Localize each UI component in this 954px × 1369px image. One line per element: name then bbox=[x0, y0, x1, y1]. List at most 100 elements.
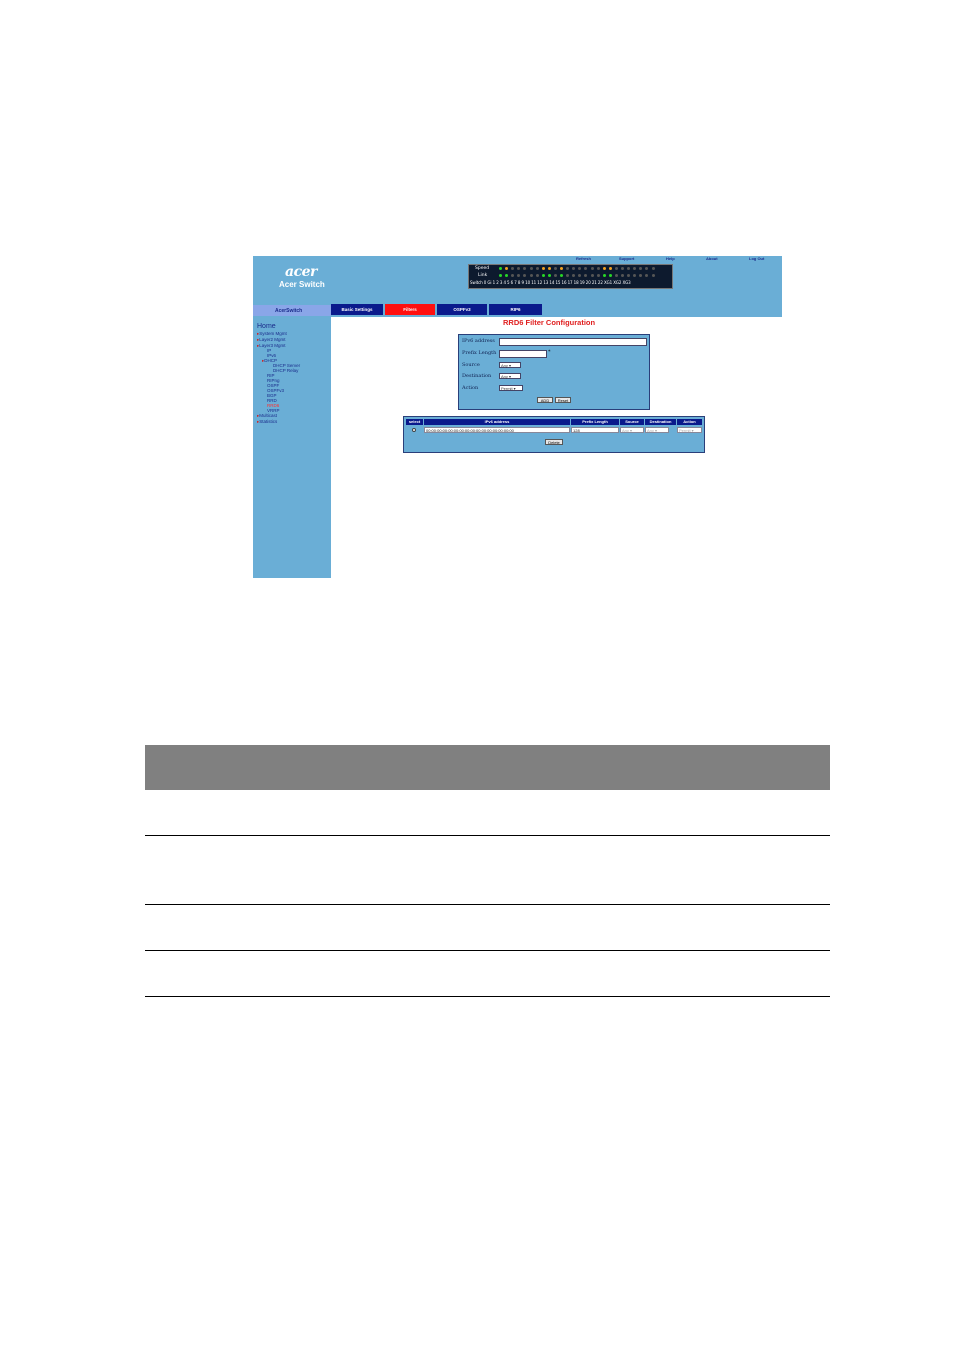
prefix-length-label: Prefix Length bbox=[462, 350, 497, 356]
speed-led-26 bbox=[651, 267, 655, 270]
link-led-12 bbox=[566, 274, 570, 277]
col-select: select bbox=[406, 419, 423, 425]
link-led-8 bbox=[541, 274, 545, 277]
sidebar-item-label: Statistics bbox=[259, 419, 278, 424]
logout-link[interactable]: Log Out bbox=[749, 256, 764, 261]
row-source-select[interactable]: Any ▾ bbox=[620, 427, 644, 433]
speed-led-25 bbox=[645, 267, 649, 270]
speed-led-12 bbox=[566, 267, 570, 270]
speed-led-13 bbox=[572, 267, 576, 270]
row-prefix-length[interactable]: 128 bbox=[571, 427, 619, 433]
link-led-14 bbox=[578, 274, 582, 277]
help-link[interactable]: Help bbox=[666, 256, 675, 261]
sidebar-item-label: System Mgmt bbox=[259, 331, 287, 336]
link-led-20 bbox=[614, 274, 618, 277]
destination-select[interactable]: Any ▾ bbox=[499, 373, 521, 379]
table-row bbox=[145, 905, 830, 951]
reset-button[interactable]: Reset bbox=[555, 397, 571, 403]
link-led-7 bbox=[535, 274, 539, 277]
link-led-1 bbox=[499, 274, 502, 277]
sidebar-item-label: DHCP Relay bbox=[273, 368, 299, 373]
table-header-band bbox=[145, 745, 830, 790]
ipv6-address-label: IPv6 address bbox=[462, 338, 495, 344]
speed-led-14 bbox=[578, 267, 582, 270]
col-action: Action bbox=[677, 419, 702, 425]
screenshot-frame: acer Acer Switch Refresh Support Help Ab… bbox=[253, 256, 782, 578]
link-led-17 bbox=[596, 274, 600, 277]
row-select-radio[interactable] bbox=[412, 428, 416, 432]
source-label: Source bbox=[462, 362, 480, 368]
speed-led-11 bbox=[560, 267, 563, 270]
link-led-21 bbox=[621, 274, 624, 277]
table-row bbox=[145, 836, 830, 905]
link-led-19 bbox=[608, 274, 612, 277]
link-led-6 bbox=[529, 274, 533, 277]
add-button[interactable]: ADD bbox=[537, 397, 553, 403]
tab-ospfv3[interactable]: OSPFv3 bbox=[437, 304, 487, 315]
tab-basic-settings[interactable]: Basic Settings bbox=[331, 304, 383, 315]
destination-label: Destination bbox=[462, 373, 492, 379]
support-link[interactable]: Support bbox=[619, 256, 634, 261]
sidebar-item-label: Layer3 Mgmt bbox=[259, 343, 286, 348]
row-action-select[interactable]: Permit ▾ bbox=[677, 427, 702, 433]
tab-rip6[interactable]: RIP6 bbox=[489, 304, 542, 315]
speed-label: Speed bbox=[475, 266, 490, 271]
speed-led-4 bbox=[517, 267, 521, 270]
speed-led-10 bbox=[553, 267, 557, 270]
page-title: RRD6 Filter Configuration bbox=[503, 318, 596, 327]
link-led-26 bbox=[651, 274, 655, 277]
sidebar-header-label: AcerSwitch bbox=[275, 308, 303, 314]
brand-title: Acer Switch bbox=[279, 280, 325, 289]
speed-led-2 bbox=[505, 267, 509, 270]
col-prefix-length: Prefix Length bbox=[571, 419, 619, 425]
col-source: Source bbox=[620, 419, 644, 425]
link-led-24 bbox=[639, 274, 643, 277]
prefix-length-input[interactable] bbox=[499, 350, 547, 358]
link-led-23 bbox=[633, 274, 637, 277]
col-ipv6-address: IPv6 address bbox=[424, 419, 570, 425]
filter-table: select IPv6 address Prefix Length Source… bbox=[403, 416, 705, 453]
link-led-9 bbox=[547, 274, 551, 277]
speed-led-16 bbox=[590, 267, 594, 270]
required-marker: * bbox=[548, 349, 551, 355]
row-destination-select[interactable]: Any ▾ bbox=[645, 427, 669, 433]
col-destination: Destination bbox=[645, 419, 676, 425]
filter-form: IPv6 address Prefix Length * Source Any … bbox=[458, 334, 650, 410]
speed-led-24 bbox=[639, 267, 643, 270]
speed-led-8 bbox=[541, 267, 545, 270]
speed-led-1 bbox=[499, 267, 502, 270]
speed-led-17 bbox=[596, 267, 600, 270]
row-ipv6-address[interactable]: 00:00:00:00:00:00:00:00:00:00:00:00:00:0… bbox=[424, 427, 570, 433]
tab-bar: Basic Settings Filters OSPFv3 RIP6 bbox=[331, 304, 782, 315]
port-number-row: Switch 0 Gi 1 2 3 4 5 6 7 8 9 10 11 12 1… bbox=[470, 280, 631, 285]
tab-filters[interactable]: Filters bbox=[385, 304, 435, 315]
sidebar-item-dhcp-relay[interactable]: DHCP Relay bbox=[273, 368, 298, 373]
link-led-3 bbox=[511, 274, 515, 277]
action-select[interactable]: Permit ▾ bbox=[499, 385, 523, 391]
link-led-15 bbox=[584, 274, 588, 277]
port-status-panel: Speed Link Switch 0 Gi 1 2 3 4 5 6 7 8 9… bbox=[468, 264, 673, 289]
about-link[interactable]: About bbox=[706, 256, 718, 261]
acer-logo: acer bbox=[285, 264, 317, 280]
link-led-4 bbox=[517, 274, 521, 277]
sidebar-item-label: Layer2 Mgmt bbox=[259, 337, 286, 342]
refresh-link[interactable]: Refresh bbox=[576, 256, 591, 261]
sidebar-item-layer3-mgmt[interactable]: ▸Layer3 Mgmt bbox=[257, 343, 286, 349]
sidebar-item-statistics[interactable]: ▸Statistics bbox=[257, 419, 277, 425]
speed-led-7 bbox=[535, 267, 539, 270]
ipv6-address-input[interactable] bbox=[499, 338, 647, 346]
delete-button[interactable]: Delete bbox=[545, 439, 563, 445]
link-led-13 bbox=[572, 274, 576, 277]
link-led-2 bbox=[505, 274, 509, 277]
speed-led-9 bbox=[547, 267, 551, 270]
link-led-11 bbox=[560, 274, 563, 277]
link-led-16 bbox=[590, 274, 594, 277]
table-row bbox=[145, 790, 830, 836]
link-label: Link bbox=[478, 273, 488, 278]
link-led-25 bbox=[645, 274, 649, 277]
source-select[interactable]: Any ▾ bbox=[499, 362, 521, 368]
speed-led-20 bbox=[614, 267, 618, 270]
speed-led-19 bbox=[608, 267, 612, 270]
speed-led-15 bbox=[584, 267, 588, 270]
nav-home[interactable]: Home bbox=[257, 323, 276, 330]
